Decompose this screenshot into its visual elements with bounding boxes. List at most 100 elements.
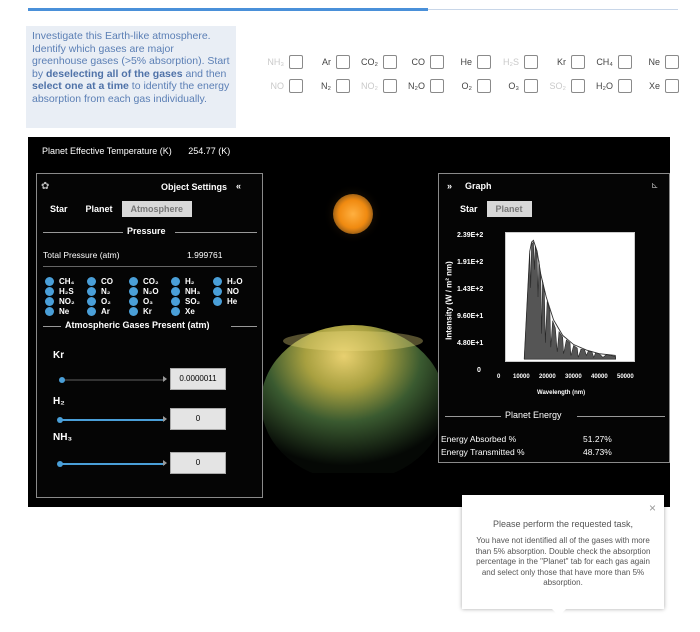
gas-checkbox-item[interactable]: CH₄ — [591, 55, 632, 69]
gas-checkbox-item[interactable]: CO₂ — [356, 55, 397, 69]
gas-toggle-dot[interactable] — [129, 286, 138, 296]
gas-toggle[interactable]: SO₂ — [171, 296, 213, 306]
collapse-icon[interactable]: « — [236, 181, 241, 191]
gas-toggle[interactable]: NH₃ — [171, 286, 213, 296]
kr-slider-track[interactable] — [61, 379, 165, 381]
gas-toggle[interactable]: Kr — [129, 306, 171, 316]
gas-toggle-dot[interactable] — [171, 306, 180, 316]
nh3-value-box[interactable]: 0 — [170, 452, 226, 474]
gas-checkbox[interactable] — [477, 79, 491, 93]
gas-toggle[interactable]: H₂O — [213, 276, 255, 286]
gas-checkbox-item[interactable]: NO₂ — [356, 79, 397, 93]
gas-toggle-dot[interactable] — [171, 286, 180, 296]
tab-planet[interactable]: Planet — [77, 201, 122, 217]
gas-toggle[interactable]: CH₄ — [45, 276, 87, 286]
gas-checkbox-item[interactable]: O₃ — [497, 79, 538, 93]
chart-icon[interactable]: ⊾ — [651, 180, 659, 191]
gas-toggle-label: Xe — [185, 306, 195, 316]
close-icon[interactable]: × — [649, 501, 656, 515]
gas-toggle-dot[interactable] — [213, 296, 222, 306]
h2-slider-track[interactable] — [59, 419, 165, 421]
gas-checkbox-item[interactable]: Ne — [638, 55, 679, 69]
gas-checkbox-item[interactable]: SO₂ — [544, 79, 585, 93]
gas-toggle[interactable]: O₃ — [129, 296, 171, 306]
graph-tab-star[interactable]: Star — [451, 201, 487, 217]
gas-toggle-dot[interactable] — [213, 286, 222, 296]
gas-checkbox-label: He — [460, 57, 472, 67]
tab-atmosphere[interactable]: Atmosphere — [121, 201, 193, 217]
sun-icon[interactable] — [333, 194, 373, 234]
gas-checkbox[interactable] — [289, 79, 303, 93]
kr-slider-thumb[interactable] — [59, 377, 65, 383]
gas-toggle[interactable]: H₂ — [171, 276, 213, 286]
gas-checkbox-item[interactable]: Kr — [544, 55, 585, 69]
gas-checkbox[interactable] — [383, 55, 397, 69]
gas-toggle-label: H₂S — [59, 286, 74, 296]
gas-toggle[interactable]: N₂O — [129, 286, 171, 296]
gas-checkbox[interactable] — [665, 79, 679, 93]
gas-toggle-dot[interactable] — [87, 296, 96, 306]
h2-slider-thumb[interactable] — [57, 417, 63, 423]
gas-toggle-dot[interactable] — [213, 276, 222, 286]
gas-checkbox[interactable] — [665, 55, 679, 69]
kr-value-box[interactable]: 0.0000011 — [170, 368, 226, 390]
gas-toggle[interactable]: NO — [213, 286, 255, 296]
spectrum-chart[interactable] — [505, 232, 635, 362]
gas-checkbox-item[interactable]: NH₃ — [262, 55, 303, 69]
nh3-slider-thumb[interactable] — [57, 461, 63, 467]
gas-checkbox[interactable] — [571, 55, 585, 69]
gas-checkbox[interactable] — [383, 79, 397, 93]
gas-toggle-dot[interactable] — [45, 286, 54, 296]
gas-checkbox[interactable] — [524, 55, 538, 69]
gas-checkbox-item[interactable]: Xe — [638, 79, 679, 93]
gas-checkbox[interactable] — [336, 55, 350, 69]
gas-checkbox[interactable] — [477, 55, 491, 69]
gas-checkbox-item[interactable]: N₂O — [403, 79, 444, 93]
nh3-slider-track[interactable] — [59, 463, 165, 465]
gas-toggle[interactable]: Xe — [171, 306, 213, 316]
gas-checkbox[interactable] — [618, 55, 632, 69]
gas-checkbox[interactable] — [430, 55, 444, 69]
gas-toggle[interactable]: Ar — [87, 306, 129, 316]
gas-checkbox-item[interactable]: He — [450, 55, 491, 69]
graph-tab-planet[interactable]: Planet — [486, 201, 532, 217]
gas-checkbox-item[interactable]: H₂O — [591, 79, 632, 93]
gas-toggle-dot[interactable] — [45, 276, 54, 286]
gas-toggle-dot[interactable] — [87, 286, 96, 296]
gas-toggle-dot[interactable] — [129, 276, 138, 286]
gas-toggle[interactable]: He — [213, 296, 255, 306]
gas-toggle-label: He — [227, 296, 238, 306]
gas-checkbox-item[interactable]: NO — [262, 79, 303, 93]
gas-checkbox[interactable] — [336, 79, 350, 93]
gas-toggle-dot[interactable] — [129, 306, 138, 316]
gas-checkbox[interactable] — [618, 79, 632, 93]
gear-icon[interactable]: ✿ — [41, 181, 49, 192]
gas-checkbox[interactable] — [524, 79, 538, 93]
gas-toggle[interactable]: CO — [87, 276, 129, 286]
gas-toggle-dot[interactable] — [87, 306, 96, 316]
gas-checkbox-item[interactable]: O₂ — [450, 79, 491, 93]
gas-toggle-dot[interactable] — [171, 276, 180, 286]
gas-toggle[interactable]: NO₂ — [45, 296, 87, 306]
gas-toggle-dot[interactable] — [45, 296, 54, 306]
gas-toggle[interactable]: N₂ — [87, 286, 129, 296]
gas-checkbox[interactable] — [430, 79, 444, 93]
gas-checkbox[interactable] — [571, 79, 585, 93]
gas-checkbox-item[interactable]: Ar — [309, 55, 350, 69]
h2-value-box[interactable]: 0 — [170, 408, 226, 430]
tab-star[interactable]: Star — [41, 201, 77, 217]
gas-toggle[interactable]: CO₂ — [129, 276, 171, 286]
gas-toggle-dot[interactable] — [129, 296, 138, 306]
gas-checkbox-item[interactable]: H₂S — [497, 55, 538, 69]
gas-toggle[interactable]: H₂S — [45, 286, 87, 296]
gas-toggle-dot[interactable] — [87, 276, 96, 286]
gas-checkbox-item[interactable]: N₂ — [309, 79, 350, 93]
gas-toggle-dot[interactable] — [171, 296, 180, 306]
gas-checkbox[interactable] — [289, 55, 303, 69]
gas-checkbox-item[interactable]: CO — [403, 55, 444, 69]
gas-name-h2: H₂ — [53, 396, 65, 407]
gas-toggle[interactable]: O₂ — [87, 296, 129, 306]
gas-toggle[interactable]: Ne — [45, 306, 87, 316]
gas-toggle-dot[interactable] — [45, 306, 54, 316]
expand-icon[interactable]: » — [447, 181, 452, 191]
